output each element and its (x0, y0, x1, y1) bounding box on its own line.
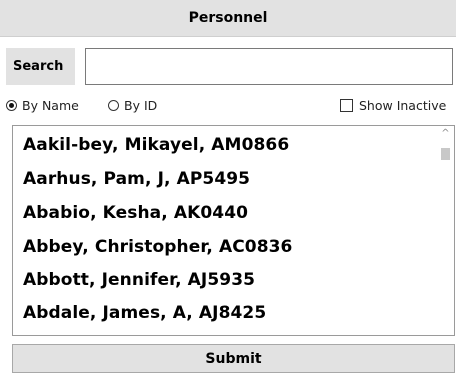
personnel-list: Aakil-bey, Mikayel, AM0866 Aarhus, Pam, … (13, 126, 436, 335)
personnel-header: Personnel (0, 0, 456, 37)
scroll-up-arrow-icon[interactable]: ^ (437, 128, 454, 142)
list-item[interactable]: Abbott, Jennifer, AJ5935 (23, 270, 255, 290)
by-name-label: By Name (22, 97, 79, 113)
list-item[interactable]: Aarhus, Pam, J, AP5495 (23, 169, 250, 189)
by-name-radio-circle[interactable] (6, 99, 17, 111)
show-inactive-checkbox[interactable]: Show Inactive (340, 96, 446, 114)
search-label: Search (6, 48, 75, 85)
show-inactive-checkbox-box[interactable] (340, 98, 353, 112)
by-name-radio[interactable]: By Name (6, 96, 79, 114)
list-item[interactable]: Abdale, James, A, AJ8425 (23, 303, 266, 323)
list-scrollbar[interactable]: ^ (437, 126, 454, 335)
scroll-thumb[interactable] (441, 148, 450, 160)
list-item[interactable]: Abbey, Christopher, AC0836 (23, 237, 293, 257)
radio-selected-dot (9, 102, 14, 108)
by-id-radio[interactable]: By ID (108, 96, 157, 114)
by-id-radio-circle[interactable] (108, 99, 119, 111)
search-input[interactable] (85, 48, 453, 85)
list-item[interactable]: Ababio, Kesha, AK0440 (23, 203, 248, 223)
submit-button[interactable]: Submit (12, 344, 455, 373)
personnel-listbox[interactable]: Aakil-bey, Mikayel, AM0866 Aarhus, Pam, … (12, 125, 455, 336)
by-id-label: By ID (124, 97, 158, 113)
list-item[interactable]: Aakil-bey, Mikayel, AM0866 (23, 135, 289, 155)
page-title: Personnel (188, 10, 268, 26)
show-inactive-label: Show Inactive (359, 97, 447, 113)
